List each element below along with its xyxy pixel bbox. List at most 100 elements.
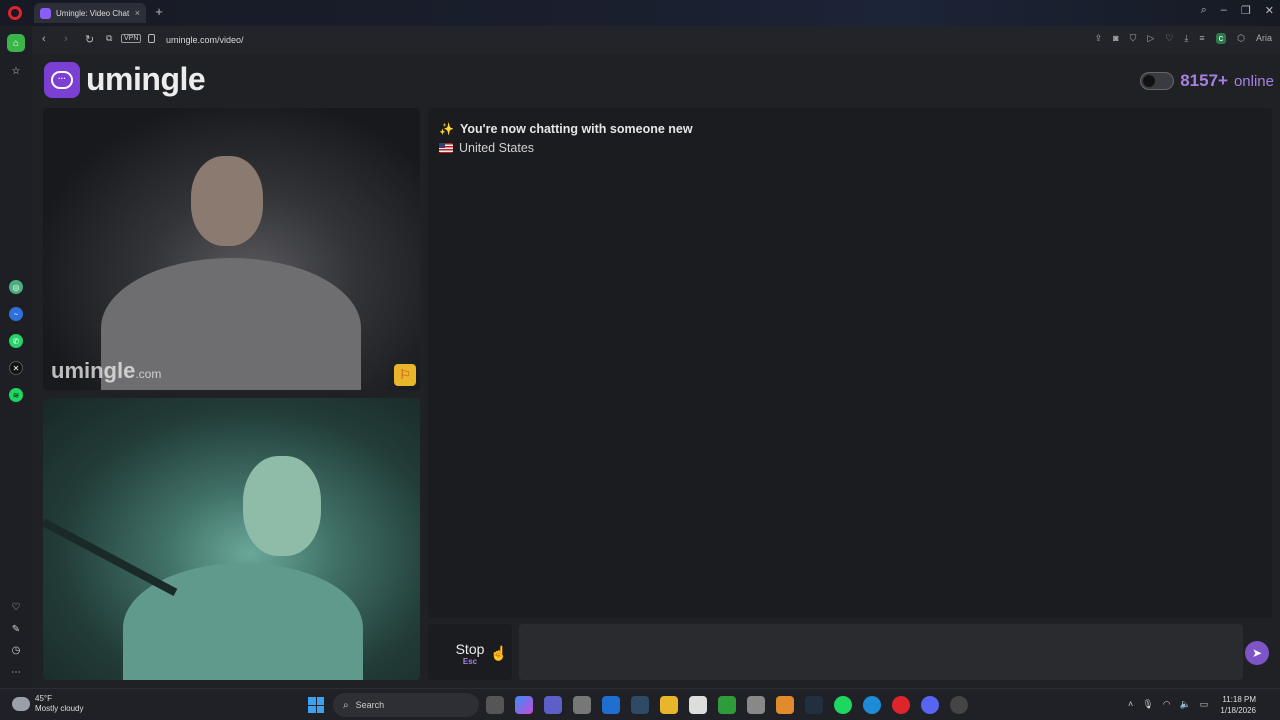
store-icon[interactable]: [573, 696, 591, 714]
extension-icon[interactable]: c: [1215, 33, 1227, 44]
opera-taskbar-icon[interactable]: [892, 696, 910, 714]
taskbar-clock[interactable]: 11:18 PM 1/18/2026: [1220, 694, 1256, 716]
close-window-icon[interactable]: ✕: [1265, 4, 1274, 17]
task-view-icon[interactable]: [486, 696, 504, 714]
camera-icon[interactable]: ◙: [1113, 33, 1118, 44]
steam-app-icon[interactable]: [805, 696, 823, 714]
xbox-icon[interactable]: [718, 696, 736, 714]
microphone-arm: [43, 518, 178, 596]
url-field[interactable]: umingle.com/video/: [166, 35, 244, 45]
opera-menu-icon[interactable]: [8, 6, 22, 20]
teams-icon[interactable]: [544, 696, 562, 714]
chatgpt-icon[interactable]: ◎: [9, 280, 23, 294]
bookmarks-star-icon[interactable]: ☆: [7, 62, 25, 80]
aria-ai-button[interactable]: Aria: [1256, 33, 1272, 44]
clock-time: 11:18 PM: [1222, 695, 1256, 704]
lock-icon[interactable]: [148, 34, 155, 43]
minimize-icon[interactable]: –: [1221, 4, 1227, 17]
taskbar-search[interactable]: ⌕ Search: [333, 693, 479, 717]
send-icon[interactable]: ➤: [1245, 641, 1269, 665]
video-watermark: umingle.com: [51, 358, 161, 384]
windows-start-icon[interactable]: [308, 697, 324, 713]
notepad-icon[interactable]: [689, 696, 707, 714]
search-icon: ⌕: [343, 699, 349, 711]
clock-date: 1/18/2026: [1220, 706, 1256, 715]
brand[interactable]: ··· umingle: [44, 61, 206, 98]
wifi-icon[interactable]: ◠: [1163, 699, 1171, 710]
forward-icon[interactable]: ›: [64, 33, 68, 45]
watermark-tld: .com: [135, 367, 162, 381]
chatgpt-taskbar-icon[interactable]: [950, 696, 968, 714]
heart-icon[interactable]: ♡: [7, 598, 25, 616]
online-label: online: [1233, 72, 1274, 90]
volume-icon[interactable]: 🔈: [1180, 699, 1191, 710]
self-video: [43, 398, 420, 680]
window-controls: ⌕ – ❐ ✕: [1201, 4, 1274, 17]
back-icon[interactable]: ‹: [42, 33, 46, 45]
shield-icon[interactable]: ⛉: [1130, 33, 1137, 44]
search-tabs-icon[interactable]: ⌕: [1201, 4, 1207, 17]
tab-umingle[interactable]: Umingle: Video Chat ×: [34, 3, 146, 23]
chat-bubble-icon: ···: [51, 70, 73, 89]
home-icon[interactable]: ⌂: [7, 34, 25, 52]
tab-title: Umingle: Video Chat: [56, 8, 130, 18]
umingle-favicon-icon: [40, 7, 51, 19]
umingle-page: ··· umingle 8157+ online umingle.com ⚐ ✨…: [32, 54, 1280, 688]
toggle-knob: [1143, 75, 1156, 87]
blender-icon[interactable]: [776, 696, 794, 714]
menu-icon[interactable]: ≡: [1199, 33, 1204, 44]
messenger-icon[interactable]: ~: [9, 307, 23, 321]
report-flag-icon[interactable]: ⚐: [394, 364, 416, 386]
more-icon[interactable]: ⋯: [7, 663, 25, 681]
x-twitter-icon[interactable]: ✕: [9, 361, 23, 375]
address-bar: ‹ › ↻ ⧉ VPN umingle.com/video/ ⇪ ◙ ⛉ ▷ ♡…: [32, 26, 1280, 54]
steam-icon[interactable]: [631, 696, 649, 714]
file-explorer-icon[interactable]: [660, 696, 678, 714]
weather-widget[interactable]: 45°F Mostly cloudy: [12, 694, 83, 714]
close-tab-icon[interactable]: ×: [135, 8, 140, 18]
history-clock-icon[interactable]: ◷: [7, 641, 25, 659]
tray-chevron-icon[interactable]: ˄: [1128, 699, 1133, 710]
reload-icon[interactable]: ↻: [85, 33, 94, 46]
online-indicator: 8157+ online: [1140, 71, 1274, 91]
system-tray: ˄ 🎙 ◠ 🔈 ▭: [1128, 699, 1208, 710]
edge-icon[interactable]: [863, 696, 881, 714]
cube-icon[interactable]: ⬡: [1237, 33, 1245, 44]
self-head: [243, 456, 321, 556]
battery-icon[interactable]: ▭: [1200, 699, 1209, 710]
new-tab-button[interactable]: +: [152, 5, 166, 19]
copilot-icon[interactable]: [515, 696, 533, 714]
outlook-icon[interactable]: [602, 696, 620, 714]
theme-toggle[interactable]: [1140, 72, 1175, 90]
cloud-icon: [12, 697, 30, 711]
heart-bookmark-icon[interactable]: ♡: [1165, 33, 1173, 44]
umingle-logo-icon: ···: [44, 61, 80, 98]
address-bar-tools: ⇪ ◙ ⛉ ▷ ♡ ⤓ ≡ c ⬡ Aria: [1095, 33, 1272, 44]
country-name: United States: [459, 141, 535, 155]
settings-gear-icon[interactable]: [747, 696, 765, 714]
online-count: 8157+: [1180, 71, 1228, 90]
hand-cursor-icon: ☝: [490, 645, 508, 661]
watermark-name: umingle: [51, 358, 136, 383]
restore-icon[interactable]: ❐: [1241, 4, 1251, 17]
spotify-taskbar-icon[interactable]: [834, 696, 852, 714]
microphone-icon[interactable]: 🎙: [1142, 699, 1153, 710]
spotify-icon[interactable]: ≋: [9, 388, 23, 402]
discord-icon[interactable]: [921, 696, 939, 714]
chat-country: United States: [439, 141, 534, 155]
snapshot-icon[interactable]: ⧉: [106, 33, 112, 44]
weather-text: 45°F Mostly cloudy: [35, 694, 83, 714]
stranger-head: [191, 156, 263, 246]
browser-sidebar: ⌂ ☆ ◎ ~ ✆ ✕ ≋ ♡ ✎ ◷ ⋯: [0, 26, 32, 688]
weather-temp: 45°F: [35, 694, 52, 703]
chat-panel: ✨ You're now chatting with someone new U…: [428, 108, 1272, 618]
download-icon[interactable]: ⤓: [1184, 33, 1188, 44]
edit-icon[interactable]: ✎: [7, 620, 25, 638]
share-icon[interactable]: ⇪: [1095, 33, 1103, 44]
play-icon[interactable]: ▷: [1147, 33, 1154, 44]
taskbar-apps: [486, 696, 968, 714]
whatsapp-icon[interactable]: ✆: [9, 334, 23, 348]
status-message: You're now chatting with someone new: [459, 122, 693, 136]
vpn-badge[interactable]: VPN: [121, 34, 142, 43]
message-input[interactable]: [519, 624, 1243, 680]
